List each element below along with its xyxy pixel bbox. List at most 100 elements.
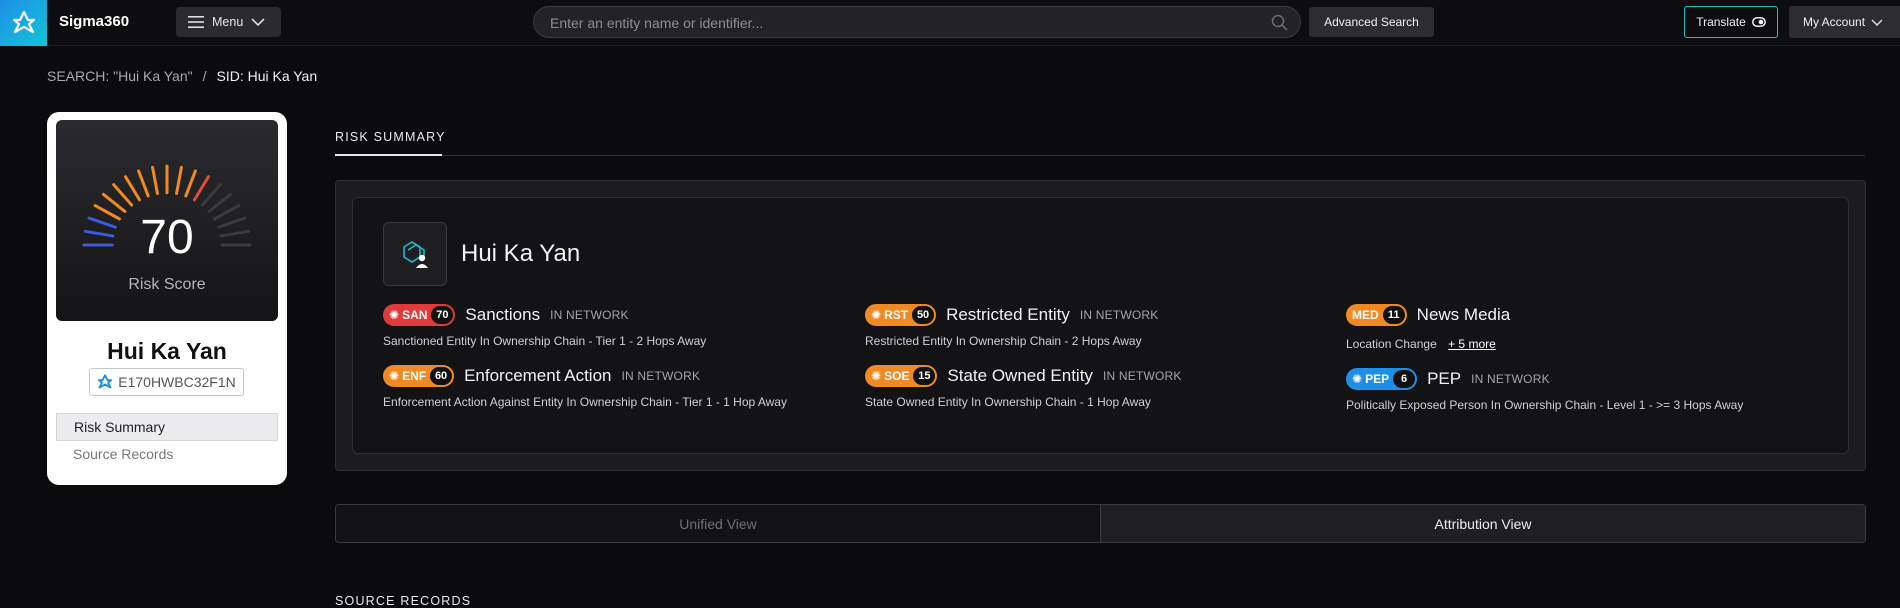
risk-name: Sanctions xyxy=(465,305,541,324)
risk-count: 6 xyxy=(1393,370,1416,388)
risk-item-restricted[interactable]: ✺ RST 50 Restricted Entity IN NETWORK Res… xyxy=(865,304,1159,348)
breadcrumb-separator: / xyxy=(202,68,207,84)
risk-item-sanctions[interactable]: ✺ SAN 70 Sanctions IN NETWORK Sanctioned … xyxy=(383,304,706,348)
attribution-view-button[interactable]: Attribution View xyxy=(1101,505,1865,542)
gauge-tick xyxy=(175,165,183,196)
risk-score-value: 70 xyxy=(140,211,194,264)
risk-tag: IN NETWORK xyxy=(621,369,701,383)
breadcrumb-current: SID: Hui Ka Yan xyxy=(216,68,318,84)
risk-badge-soe: ✺ SOE 15 xyxy=(865,365,938,387)
risk-count: 50 xyxy=(912,306,935,324)
risk-badge-med: MED 11 xyxy=(1346,304,1407,326)
tab-divider xyxy=(442,155,1865,156)
search-bar xyxy=(533,6,1301,38)
nav-source-records[interactable]: Source Records xyxy=(56,440,278,468)
risk-name: Enforcement Action xyxy=(464,366,612,385)
risk-description: State Owned Entity In Ownership Chain - … xyxy=(865,395,1151,409)
person-network-icon xyxy=(403,241,428,268)
sigma-logo[interactable] xyxy=(0,0,47,46)
risk-code: RST xyxy=(884,308,909,322)
view-toggle: Unified View Attribution View xyxy=(335,504,1866,543)
source-records-heading: SOURCE RECORDS xyxy=(335,594,472,608)
hamburger-icon xyxy=(188,16,204,28)
gauge-tick xyxy=(193,175,210,202)
gauge-tick xyxy=(124,175,141,202)
translate-label: Translate xyxy=(1696,15,1746,29)
risk-item-state-owned[interactable]: ✺ SOE 15 State Owned Entity IN NETWORK St… xyxy=(865,365,1182,409)
gauge-tick xyxy=(151,165,159,196)
search-input[interactable] xyxy=(550,13,1250,33)
risk-name: Restricted Entity xyxy=(946,305,1070,324)
entity-avatar xyxy=(383,222,447,286)
gauge-tick xyxy=(200,183,222,207)
risk-tag: IN NETWORK xyxy=(1471,372,1550,386)
sigma-icon xyxy=(98,374,113,389)
risk-description: Location Change + 5 more xyxy=(1346,337,1510,351)
risk-description: Enforcement Action Against Entity In Own… xyxy=(383,395,787,409)
brand-name: Sigma360 xyxy=(59,13,130,30)
alert-burst-icon: ✺ xyxy=(871,308,882,322)
chevron-down-icon xyxy=(1871,18,1883,26)
menu-button[interactable]: Menu xyxy=(176,7,281,37)
advanced-search-button[interactable]: Advanced Search xyxy=(1309,7,1434,37)
tab-underline xyxy=(335,154,442,156)
risk-tag: IN NETWORK xyxy=(550,308,629,322)
gauge-tick xyxy=(137,169,150,198)
breadcrumb-search[interactable]: SEARCH: "Hui Ka Yan" xyxy=(47,68,193,84)
risk-badge-san: ✺ SAN 70 xyxy=(383,304,456,326)
risk-name: News Media xyxy=(1416,305,1511,324)
gauge-tick xyxy=(207,192,233,213)
risk-description: Sanctioned Entity In Ownership Chain - T… xyxy=(383,334,707,348)
risk-name: State Owned Entity xyxy=(947,366,1093,385)
toggle-icon xyxy=(1751,17,1766,27)
risk-score-label: Risk Score xyxy=(128,276,206,293)
alert-burst-icon: ✺ xyxy=(389,308,400,322)
risk-badge-enf: ✺ ENF 60 xyxy=(383,365,455,387)
risk-name: PEP xyxy=(1427,369,1462,388)
risk-tag: IN NETWORK xyxy=(1079,308,1159,322)
risk-item-enforcement[interactable]: ✺ ENF 60 Enforcement Action IN NETWORK En… xyxy=(383,365,787,409)
risk-code: PEP xyxy=(1365,372,1390,386)
menu-label: Menu xyxy=(212,15,244,29)
alert-burst-icon: ✺ xyxy=(871,369,882,383)
entity-title: Hui Ka Yan xyxy=(461,240,581,267)
risk-description: Restricted Entity In Ownership Chain - 2… xyxy=(865,334,1142,348)
alert-burst-icon: ✺ xyxy=(389,369,400,383)
profile-name: Hui Ka Yan xyxy=(107,338,227,364)
risk-item-news-media[interactable]: MED 11 News Media Location Change + 5 mo… xyxy=(1346,304,1510,351)
risk-tag: IN NETWORK xyxy=(1102,369,1182,383)
risk-code: MED xyxy=(1352,308,1379,322)
risk-description: Politically Exposed Person In Ownership … xyxy=(1346,398,1744,412)
top-nav: Sigma360 Menu Advanced Search Translate … xyxy=(0,0,1900,46)
gauge-tick xyxy=(101,192,127,213)
risk-count: 15 xyxy=(913,367,936,385)
tab-risk-summary[interactable]: RISK SUMMARY xyxy=(335,130,446,144)
breadcrumb: SEARCH: "Hui Ka Yan" / SID: Hui Ka Yan xyxy=(47,68,317,84)
sigma-logo-icon xyxy=(12,10,35,34)
risk-code: SOE xyxy=(884,369,910,383)
unified-view-button[interactable]: Unified View xyxy=(336,505,1101,542)
risk-code: SAN xyxy=(402,308,428,322)
gauge-tick xyxy=(112,183,134,207)
risk-item-pep[interactable]: ✺ PEP 6 PEP IN NETWORK Politically Expose… xyxy=(1346,368,1743,412)
risk-code: ENF xyxy=(402,369,427,383)
gauge-tick xyxy=(184,169,197,198)
my-account-button[interactable]: My Account xyxy=(1789,6,1900,38)
sid-value: E170HWBC32F1N xyxy=(118,374,236,390)
risk-score-gauge: 70 Risk Score xyxy=(56,120,278,321)
risk-count: 60 xyxy=(430,367,453,385)
chevron-down-icon xyxy=(251,18,265,26)
more-link[interactable]: + 5 more xyxy=(1448,337,1496,351)
search-icon[interactable] xyxy=(1271,14,1288,31)
nav-risk-summary[interactable]: Risk Summary xyxy=(56,413,278,441)
account-label: My Account xyxy=(1803,15,1866,29)
risk-count: 70 xyxy=(431,306,454,324)
risk-count: 11 xyxy=(1382,306,1405,324)
alert-burst-icon: ✺ xyxy=(1352,372,1363,386)
risk-badge-rst: ✺ RST 50 xyxy=(865,304,937,326)
risk-description-text: Location Change xyxy=(1346,337,1437,351)
sid-badge[interactable]: E170HWBC32F1N xyxy=(89,368,244,396)
translate-button[interactable]: Translate xyxy=(1684,6,1778,38)
risk-badge-pep: ✺ PEP 6 xyxy=(1346,368,1418,390)
profile-card: 70 Risk Score Hui Ka Yan E170HWBC32F1N R… xyxy=(47,112,287,485)
